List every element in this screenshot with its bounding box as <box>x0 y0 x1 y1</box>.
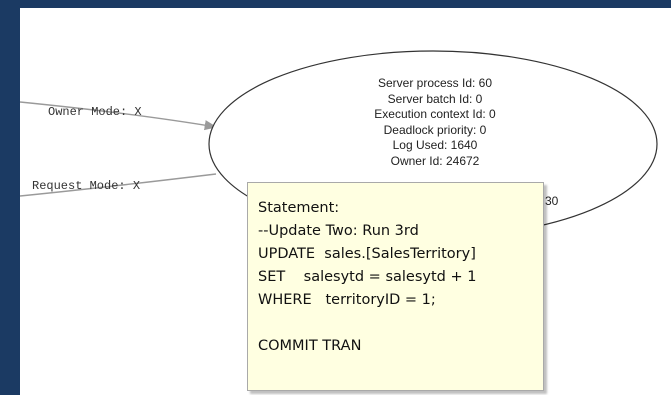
owner-mode-edge-label: Owner Mode: X <box>48 105 142 119</box>
window-frame-left <box>0 0 20 395</box>
deadlock-graph-canvas: Owner Mode: X Request Mode: X Server pro… <box>20 8 671 395</box>
tooltip-line: COMMIT TRAN <box>258 338 362 354</box>
deadlock-priority: Deadlock priority: 0 <box>383 122 487 137</box>
tooltip-line: UPDATE sales.[SalesTerritory] <box>258 246 476 262</box>
server-batch-id: Server batch Id: 0 <box>387 91 483 106</box>
process-node-partial-text: 30 <box>545 194 559 208</box>
request-mode-edge-label: Request Mode: X <box>32 179 141 193</box>
tooltip-line <box>258 312 543 335</box>
window-frame-top <box>0 0 671 8</box>
statement-tooltip: Statement: --Update Two: Run 3rd UPDATE … <box>247 182 544 391</box>
tooltip-line: --Update Two: Run 3rd <box>258 223 419 239</box>
tooltip-line: WHERE territoryID = 1; <box>258 292 436 308</box>
owner-id: Owner Id: 24672 <box>390 153 480 168</box>
log-used: Log Used: 1640 <box>392 138 478 152</box>
execution-context-id: Execution context Id: 0 <box>374 107 496 121</box>
tooltip-line: SET salesytd = salesytd + 1 <box>258 269 477 285</box>
server-process-id: Server process Id: 60 <box>377 76 493 90</box>
process-node-details: Server process Id: 60 Server batch Id: 0… <box>310 76 560 169</box>
tooltip-line: Statement: <box>258 200 340 216</box>
